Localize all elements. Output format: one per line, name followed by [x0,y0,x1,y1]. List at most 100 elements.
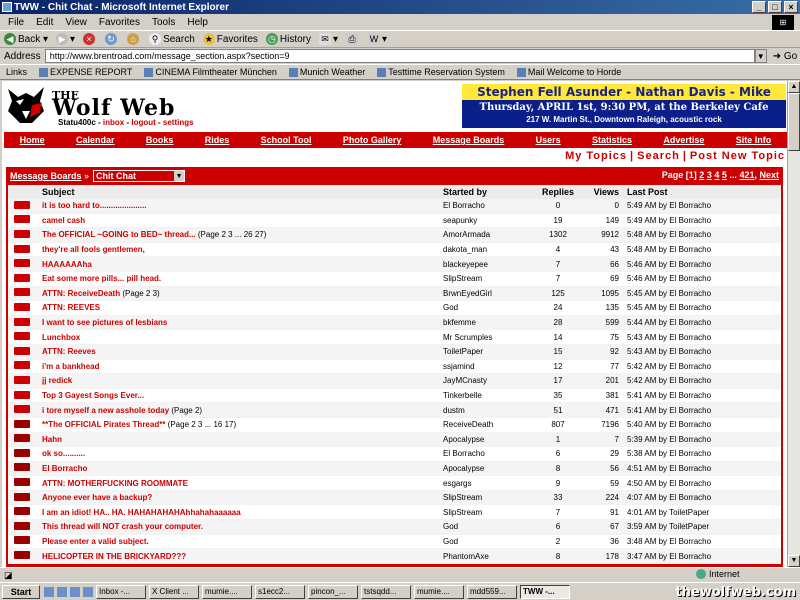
close-button[interactable]: × [784,1,798,13]
table-row[interactable]: Lunchbox Mr Scrumples 14 75 5:43 AM by El B… [8,330,781,345]
next-page-link[interactable]: Next [759,170,779,180]
thread-subject[interactable]: Anyone ever have a backup? [42,493,443,502]
breadcrumb-message-boards[interactable]: Message Boards [10,171,82,181]
link-cinema[interactable]: CINEMA Filmtheater München [144,67,277,77]
menu-tools[interactable]: Tools [152,17,175,28]
thread-author[interactable]: God [443,522,533,531]
thread-author[interactable]: Apocalypse [443,435,533,444]
thread-page-links[interactable]: (Page 2 3 ... 16 17) [168,420,237,429]
thread-subject[interactable]: ATTN: MOTHERFUCKING ROOMMATE [42,479,443,488]
link-testtime[interactable]: Testtime Reservation System [377,67,505,77]
print-button[interactable]: ⎙ [346,33,360,45]
link-expense-report[interactable]: EXPENSE REPORT [39,67,132,77]
thread-subject[interactable]: This thread will NOT crash your computer… [42,522,443,531]
table-row[interactable]: ok so.......... El Borracho 6 29 5:38 AM by… [8,447,781,462]
thread-subject[interactable]: ATTN: REEVES [42,303,443,312]
menu-help[interactable]: Help [187,17,208,28]
thread-subject[interactable]: Eat some more pills... pill head. [42,274,443,283]
thread-author[interactable]: Mr Scrumples [443,333,533,342]
nav-site-info[interactable]: Site Info [736,135,772,145]
page-link-3[interactable]: 3 [707,170,712,180]
minimize-button[interactable]: _ [752,1,766,13]
thread-author[interactable]: BrwnEyedGirl [443,289,533,298]
thread-subject[interactable]: I want to see pictures of lesbians [42,318,443,327]
menu-view[interactable]: View [65,17,87,28]
thread-subject[interactable]: Top 3 Gayest Songs Ever... [42,391,443,400]
thread-author[interactable]: JayMCnasty [443,376,533,385]
link-mail[interactable]: Mail Welcome to Horde [516,67,621,77]
table-row[interactable]: ATTN: MOTHERFUCKING ROOMMATE esgargs 9 59 4… [8,476,781,491]
table-row[interactable]: HELICOPTER IN THE BRICKYARD??? PhantomAx… [8,549,781,564]
post-new-topic-link[interactable]: Post New Topic [690,150,785,162]
table-row[interactable]: i tore myself a new asshole today (Page … [8,403,781,418]
table-row[interactable]: The OFFICIAL ~GOING to BED~ thread... (P… [8,228,781,243]
task-inbox[interactable]: Inbox -... [96,584,146,599]
banner-ad[interactable]: Stephen Fell Asunder - Nathan Davis - Mi… [462,84,786,128]
table-row[interactable]: it is too hard to..................... E… [8,199,781,214]
thread-author[interactable]: PhantomAxe [443,552,533,561]
vertical-scrollbar[interactable]: ▲ ▼ [787,81,800,567]
thread-author[interactable]: SlipStream [443,508,533,517]
thread-author[interactable]: ssjamind [443,362,533,371]
thread-subject[interactable]: i tore myself a new asshole today (Page … [42,406,443,415]
start-button[interactable]: Start [2,584,40,599]
thread-subject[interactable]: ok so.......... [42,449,443,458]
forward-button[interactable]: ▶ ▾ [56,33,75,45]
thread-subject[interactable]: El Borracho [42,464,443,473]
outlook-icon[interactable] [70,586,80,597]
task-s1ecc2[interactable]: s1ecc2... [255,584,305,599]
favorites-button[interactable]: ★ Favorites [202,33,258,45]
table-row[interactable]: jj redick JayMCnasty 17 201 5:42 AM by El B… [8,374,781,389]
thread-subject[interactable]: it is too hard to..................... [42,201,443,210]
table-row[interactable]: I am an idiot! HA.. HA. HAHAHAHAHAhhahah… [8,505,781,521]
refresh-button[interactable]: ↻ [105,33,119,45]
thread-subject[interactable]: i'm a bankhead [42,362,443,371]
my-topics-link[interactable]: My Topics [565,150,627,162]
nav-advertise[interactable]: Advertise [663,135,704,145]
thread-page-links[interactable]: (Page 2 3 ... 26 27) [198,230,267,239]
stop-button[interactable]: × [83,33,97,45]
history-button[interactable]: ◷ History [265,33,311,45]
home-button[interactable]: ⌂ [127,33,141,45]
desktop-icon[interactable] [44,586,54,597]
thread-author[interactable]: El Borracho [443,449,533,458]
menu-edit[interactable]: Edit [36,17,53,28]
thread-author[interactable]: Apocalypse [443,464,533,473]
thread-author[interactable]: seapunky [443,216,533,225]
nav-rides[interactable]: Rides [205,135,230,145]
logout-link[interactable]: logout [131,118,155,127]
table-row[interactable]: Anyone ever have a backup? SlipStream 33 2… [8,490,781,506]
table-row[interactable]: Please enter a valid subject. God 2 36 3:48… [8,535,781,550]
thread-author[interactable]: God [443,537,533,546]
page-link-last[interactable]: 421 [739,170,754,180]
nav-books[interactable]: Books [146,135,174,145]
task-x-client[interactable]: X Client ... [149,584,199,599]
task-mumie-1[interactable]: mumie.... [202,584,252,599]
thread-author[interactable]: El Borracho [443,201,533,210]
table-row[interactable]: ATTN: REEVES God 24 135 5:45 AM by El Borra… [8,301,781,316]
thread-author[interactable]: ReceiveDeath [443,420,533,429]
search-button[interactable]: ⚲ Search [149,33,195,45]
scroll-up-arrow-icon[interactable]: ▲ [788,81,800,93]
thread-author[interactable]: bkfemme [443,318,533,327]
thread-subject[interactable]: they're all fools gentlemen, [42,245,443,254]
thread-page-links[interactable]: (Page 2 3) [122,289,159,298]
task-mdd559[interactable]: mdd559... [467,584,517,599]
mail-button[interactable]: ✉ ▾ [319,33,338,45]
nav-school-tool[interactable]: School Tool [261,135,312,145]
thread-author[interactable]: dakota_man [443,245,533,254]
task-tww[interactable]: TWW -... [520,584,570,599]
table-row[interactable]: ATTN: Reeves ToiletPaper 15 92 5:43 AM by E… [8,344,781,360]
thread-author[interactable]: blackeyepee [443,260,533,269]
thread-author[interactable]: ToiletPaper [443,347,533,356]
inbox-link[interactable]: inbox [103,118,124,127]
task-tstsqdd[interactable]: tstsqdd... [361,584,411,599]
go-button[interactable]: ➜ Go [773,51,798,62]
thread-subject[interactable]: Please enter a valid subject. [42,537,443,546]
nav-photo-gallery[interactable]: Photo Gallery [343,135,402,145]
nav-statistics[interactable]: Statistics [592,135,632,145]
thread-subject[interactable]: ATTN: Reeves [42,347,443,356]
page-link-4[interactable]: 4 [714,170,719,180]
thread-subject[interactable]: HELICOPTER IN THE BRICKYARD??? [42,552,443,561]
section-select[interactable]: Chit Chat ▼ [93,170,186,182]
